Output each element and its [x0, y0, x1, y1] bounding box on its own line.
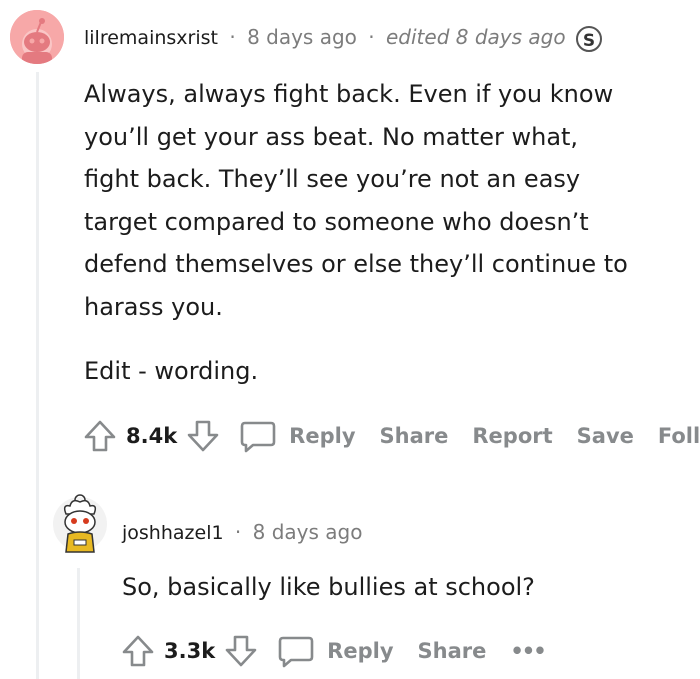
- comment-line: fight back. They’ll see you’re not an ea…: [84, 165, 581, 193]
- flair-badge: S: [575, 25, 602, 52]
- thread-line-1[interactable]: [36, 72, 39, 679]
- vote-count: 8.4k: [126, 424, 178, 448]
- comment-line: harass you.: [84, 292, 223, 321]
- comment-line: target compared to someone who doesn’t: [84, 207, 589, 236]
- avatar[interactable]: [52, 494, 108, 554]
- more-options-icon[interactable]: •••: [510, 639, 546, 663]
- comment-bubble-icon[interactable]: [277, 633, 315, 669]
- comment-actions: 3.3k Reply Share •••: [120, 631, 569, 671]
- timestamp[interactable]: 8 days ago: [253, 520, 363, 544]
- share-button[interactable]: Share: [418, 639, 487, 663]
- downvote-icon[interactable]: [185, 418, 221, 454]
- comment-line: you’ll get your ass beat. No matter what…: [84, 122, 579, 151]
- comment-body: Always, always fight back. Even if you k…: [84, 73, 628, 328]
- follow-button[interactable]: Follow: [658, 424, 700, 448]
- comment-meta: lilremainsxrist · 8 days ago · edited 8 …: [84, 25, 602, 52]
- avatar[interactable]: [10, 10, 64, 64]
- share-button[interactable]: Share: [380, 424, 449, 448]
- comment-body: So, basically like bullies at school?: [122, 573, 535, 601]
- comment-meta: joshhazel1 · 8 days ago: [122, 520, 362, 544]
- edited-timestamp: edited 8 days ago: [385, 25, 566, 49]
- downvote-icon[interactable]: [223, 633, 259, 669]
- meta-separator: ·: [234, 520, 242, 544]
- save-button[interactable]: Save: [577, 424, 634, 448]
- comment-line: Always, always fight back. Even if you k…: [84, 80, 614, 108]
- comment-bubble-icon[interactable]: [239, 418, 277, 454]
- snoo-avatar-icon: [53, 494, 107, 553]
- snoo-avatar-icon: [10, 10, 64, 64]
- username[interactable]: lilremainsxrist: [84, 27, 218, 49]
- meta-separator: ·: [368, 25, 375, 49]
- vote-count: 3.3k: [164, 639, 216, 663]
- comment-line: defend themselves or else they’ll contin…: [84, 250, 628, 278]
- reply-button[interactable]: Reply: [327, 639, 393, 663]
- reply-button[interactable]: Reply: [289, 424, 355, 448]
- edit-note: Edit - wording.: [84, 357, 259, 385]
- meta-separator: ·: [229, 25, 236, 49]
- comment-actions: 8.4k Reply Share Report Save Follow: [82, 416, 700, 456]
- thread-line-2[interactable]: [77, 568, 80, 679]
- timestamp[interactable]: 8 days ago: [247, 25, 357, 49]
- report-button[interactable]: Report: [472, 424, 552, 448]
- upvote-icon[interactable]: [120, 633, 156, 669]
- upvote-icon[interactable]: [82, 418, 118, 454]
- username[interactable]: joshhazel1: [122, 522, 224, 544]
